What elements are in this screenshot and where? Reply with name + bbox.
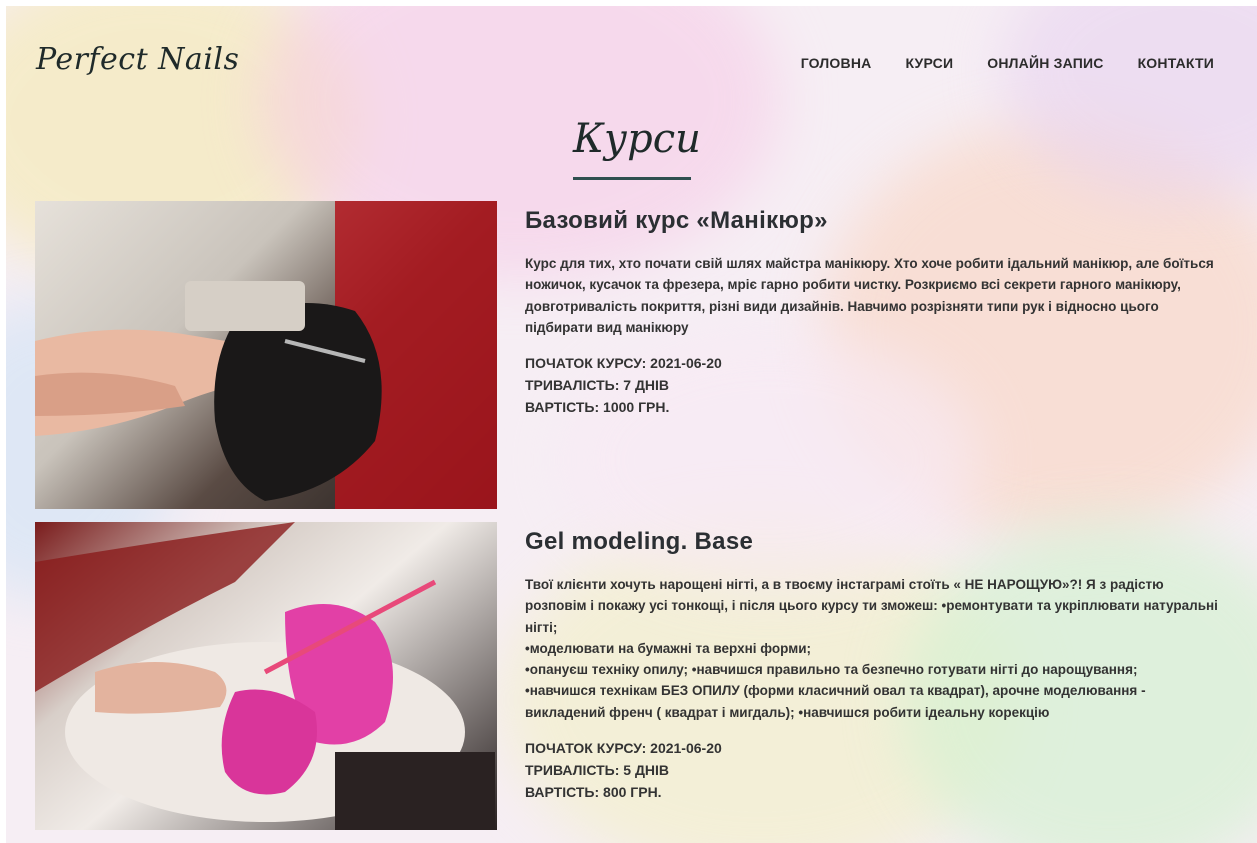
site-logo[interactable]: Perfect Nails — [36, 42, 239, 77]
course-start: ПОЧАТОК КУРСУ: 2021-06-20 — [525, 740, 722, 757]
title-underline — [573, 177, 691, 180]
course-price: ВАРТІСТЬ: 800 ГРН. — [525, 784, 662, 801]
nav-item-courses[interactable]: КУРСИ — [905, 55, 953, 71]
page-title: Курси — [573, 116, 701, 162]
manicure-photo — [35, 201, 497, 509]
course-price: ВАРТІСТЬ: 1000 ГРН. — [525, 399, 670, 416]
nav-item-contacts[interactable]: КОНТАКТИ — [1138, 55, 1214, 71]
course-start: ПОЧАТОК КУРСУ: 2021-06-20 — [525, 355, 722, 372]
course-meta: ПОЧАТОК КУРСУ: 2021-06-20 ТРИВАЛІСТЬ: 7 … — [525, 352, 1227, 418]
nav-item-online-booking[interactable]: ОНЛАЙН ЗАПИС — [987, 55, 1103, 71]
top-border — [0, 0, 1257, 6]
course-title: Gel modeling. Base — [525, 528, 754, 555]
course-duration: ТРИВАЛІСТЬ: 7 ДНІВ — [525, 377, 670, 394]
main-nav: ГОЛОВНА КУРСИ ОНЛАЙН ЗАПИС КОНТАКТИ — [801, 55, 1214, 71]
course-card-gel-modeling: Gel modeling. Base Твої клієнти хочуть н… — [525, 528, 1227, 803]
course-duration: ТРИВАЛІСТЬ: 5 ДНІВ — [525, 762, 670, 779]
nav-item-home[interactable]: ГОЛОВНА — [801, 55, 872, 71]
gel-modeling-photo — [35, 522, 495, 830]
course-card-manicure: Базовий курс «Манікюр» Курс для тих, хто… — [525, 207, 1227, 418]
course-title: Базовий курс «Манікюр» — [525, 207, 828, 234]
course-description: Твої клієнти хочуть нарощені нігті, а в … — [525, 577, 1218, 720]
course-meta: ПОЧАТОК КУРСУ: 2021-06-20 ТРИВАЛІСТЬ: 5 … — [525, 737, 1227, 803]
page: Perfect Nails ГОЛОВНА КУРСИ ОНЛАЙН ЗАПИС… — [0, 0, 1257, 843]
course-description: Курс для тих, хто почати свій шлях майст… — [525, 256, 1214, 335]
left-border — [0, 0, 6, 843]
course-image-gel-modeling — [35, 522, 497, 830]
course-image-manicure — [35, 201, 497, 509]
